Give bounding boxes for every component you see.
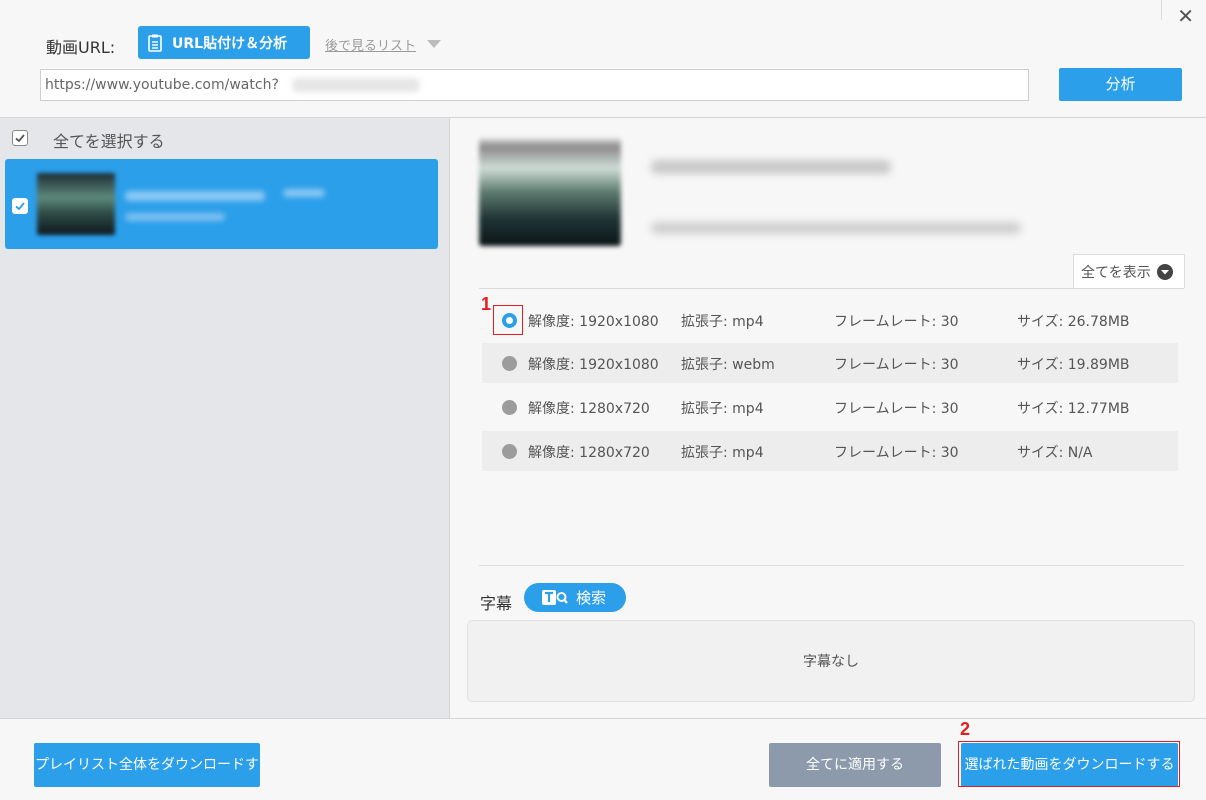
format-size: サイズ: 12.77MB [1017, 401, 1130, 417]
format-framerate: フレームレート: 30 [834, 401, 959, 417]
clipboard-icon [148, 34, 162, 52]
video-duration-blurred [283, 189, 325, 197]
video-meta-blurred [125, 213, 225, 221]
format-extension: 拡張子: mp4 [681, 314, 764, 330]
no-subtitles-text: 字幕なし [803, 654, 859, 670]
paste-url-analyze-label: URL貼付け＆分析 [172, 35, 288, 52]
format-extension: 拡張子: webm [681, 357, 775, 373]
video-preview-thumbnail [479, 138, 621, 246]
video-title-blurred [651, 160, 891, 174]
format-option-row[interactable]: 解像度: 1920x1080 拡張子: webm フレームレート: 30 サイズ… [482, 343, 1178, 383]
format-extension: 拡張子: mp4 [681, 401, 764, 417]
format-radio[interactable] [502, 444, 517, 459]
title-separator [1161, 0, 1162, 20]
video-url-blurred [651, 222, 1021, 234]
format-option-row[interactable]: 解像度: 1280x720 拡張子: mp4 フレームレート: 30 サイズ: … [482, 431, 1178, 471]
video-url-label: 動画URL: [46, 38, 116, 57]
format-size: サイズ: 26.78MB [1017, 314, 1130, 330]
format-size: サイズ: 19.89MB [1017, 357, 1130, 373]
format-resolution: 解像度: 1920x1080 [528, 357, 659, 373]
download-selected-button[interactable]: 選ばれた動画をダウンロードする [961, 743, 1178, 787]
analyze-button[interactable]: 分析 [1059, 68, 1182, 101]
format-radio[interactable] [502, 356, 517, 371]
download-playlist-button[interactable]: プレイリスト全体をダウンロードする [34, 743, 260, 787]
show-all-button[interactable]: 全てを表示 [1073, 254, 1185, 288]
format-resolution: 解像度: 1280x720 [528, 445, 650, 461]
format-radio[interactable] [502, 400, 517, 415]
url-redacted-blur [292, 78, 420, 92]
video-item-checkbox[interactable] [12, 198, 28, 214]
subtitle-search-button[interactable]: 検索 [524, 583, 626, 612]
video-thumbnail [37, 173, 115, 235]
format-radio-selected[interactable] [502, 313, 517, 328]
url-input[interactable]: https://www.youtube.com/watch? [40, 69, 1029, 101]
format-framerate: フレームレート: 30 [834, 357, 959, 373]
chevron-down-circle-icon [1156, 263, 1173, 280]
watch-later-list-link[interactable]: 後で見るリスト [325, 35, 416, 54]
video-title-blurred [125, 191, 265, 201]
close-icon[interactable]: ✕ [1177, 6, 1194, 26]
subtitle-search-label: 検索 [576, 589, 607, 607]
format-extension: 拡張子: mp4 [681, 445, 764, 461]
subtitle-search-icon [542, 589, 568, 607]
format-resolution: 解像度: 1280x720 [528, 401, 650, 417]
chevron-down-icon[interactable] [427, 40, 441, 48]
url-toolbar: ✕ 動画URL: URL貼付け＆分析 後で見るリスト https://www.y… [0, 0, 1206, 118]
action-bar: プレイリスト全体をダウンロードする 全てに適用する 選ばれた動画をダウンロードす… [0, 718, 1206, 800]
format-option-row[interactable]: 解像度: 1920x1080 拡張子: mp4 フレームレート: 30 サイズ:… [482, 300, 1178, 340]
select-all-checkbox[interactable] [12, 130, 28, 146]
show-all-label: 全てを表示 [1081, 264, 1151, 281]
format-framerate: フレームレート: 30 [834, 314, 959, 330]
format-size: サイズ: N/A [1017, 445, 1093, 461]
annotation-number-1: 1 [481, 294, 492, 314]
divider [479, 565, 1184, 566]
select-all-label: 全てを選択する [53, 132, 165, 151]
format-option-row[interactable]: 解像度: 1280x720 拡張子: mp4 フレームレート: 30 サイズ: … [482, 387, 1178, 427]
format-resolution: 解像度: 1920x1080 [528, 314, 659, 330]
subtitle-list: 字幕なし [467, 620, 1195, 702]
annotation-number-2: 2 [960, 719, 971, 739]
video-list-item[interactable] [5, 159, 438, 249]
video-list-panel: 全てを選択する [0, 118, 450, 718]
subtitles-label: 字幕 [480, 594, 513, 613]
apply-to-all-button[interactable]: 全てに適用する [769, 743, 941, 787]
format-framerate: フレームレート: 30 [834, 445, 959, 461]
video-details-panel: 全てを表示 解像度: 1920x1080 拡張子: mp4 フレームレート: 3… [451, 118, 1206, 718]
divider [479, 288, 1184, 289]
paste-url-analyze-button[interactable]: URL貼付け＆分析 [138, 26, 310, 59]
